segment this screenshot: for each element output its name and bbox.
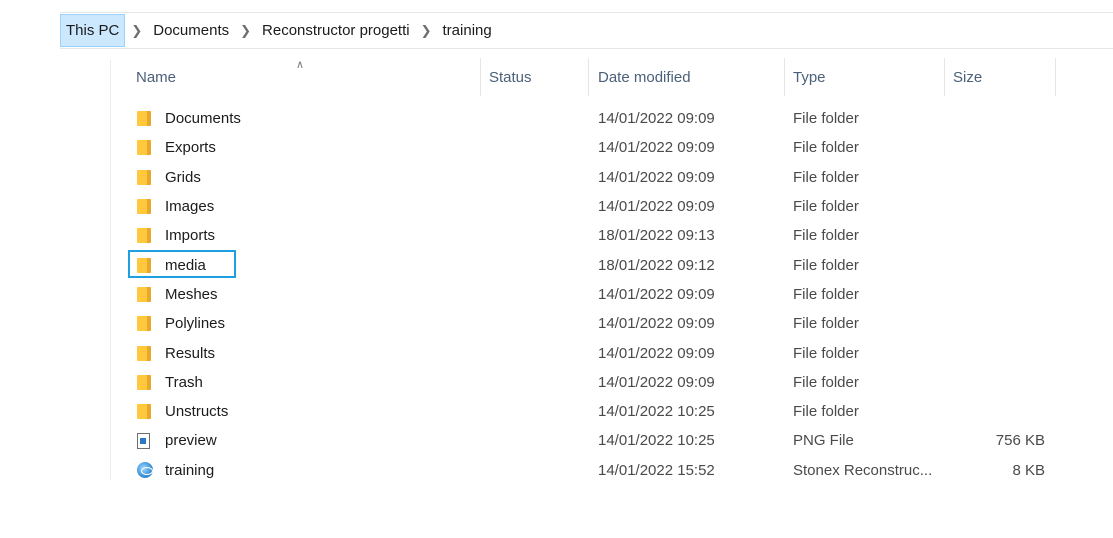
file-type: File folder — [793, 139, 859, 157]
file-date-modified: 14/01/2022 09:09 — [598, 344, 715, 362]
file-size: 756 KB — [995, 432, 1045, 450]
chevron-right-icon[interactable]: ❯ — [234, 23, 257, 39]
file-size: 8 KB — [1012, 461, 1045, 479]
file-row[interactable]: Unstructs 14/01/2022 10:25 File folder — [110, 397, 1060, 426]
file-row[interactable]: preview 14/01/2022 10:25 PNG File 756 KB — [110, 426, 1060, 455]
file-date-modified: 18/01/2022 09:12 — [598, 256, 715, 274]
file-type: File folder — [793, 285, 859, 303]
file-type: File folder — [793, 110, 859, 128]
image-file-icon — [137, 426, 153, 455]
file-name: Results — [165, 344, 216, 362]
breadcrumb-training[interactable]: training — [438, 13, 497, 48]
folder-icon — [137, 280, 153, 309]
column-status-label: Status — [489, 68, 532, 86]
column-size-label: Size — [953, 68, 983, 86]
folder-icon — [137, 133, 153, 162]
file-row[interactable]: Grids 14/01/2022 09:09 File folder — [110, 163, 1060, 192]
file-date-modified: 14/01/2022 09:09 — [598, 373, 715, 391]
breadcrumb-this-pc[interactable]: This PC — [60, 14, 126, 47]
file-type: File folder — [793, 403, 859, 421]
file-name: Trash — [165, 373, 203, 391]
file-name: Images — [165, 198, 215, 216]
column-name-header[interactable]: Name — [128, 58, 481, 96]
file-row[interactable]: Results 14/01/2022 09:09 File folder — [110, 338, 1060, 367]
file-row[interactable]: media 18/01/2022 09:12 File folder — [110, 250, 1060, 279]
file-date-modified: 18/01/2022 09:13 — [598, 227, 715, 245]
folder-icon — [137, 368, 153, 397]
file-name: Polylines — [165, 315, 226, 333]
file-date-modified: 14/01/2022 10:25 — [598, 432, 715, 450]
file-name: training — [165, 461, 215, 479]
file-name: Grids — [165, 168, 201, 186]
folder-icon — [137, 338, 153, 367]
column-name-label: Name — [136, 68, 177, 86]
file-row[interactable]: training 14/01/2022 15:52 Stonex Reconstru… — [110, 456, 1060, 485]
folder-icon — [137, 104, 153, 133]
folder-icon — [137, 163, 153, 192]
column-header: Name ∧ Status Date modified Type Size — [110, 58, 1060, 96]
file-date-modified: 14/01/2022 10:25 — [598, 403, 715, 421]
file-name: Unstructs — [165, 403, 229, 421]
column-date-header[interactable]: Date modified — [590, 58, 785, 96]
file-date-modified: 14/01/2022 09:09 — [598, 315, 715, 333]
breadcrumb-documents[interactable]: Documents — [148, 13, 234, 48]
sort-ascending-icon: ∧ — [296, 59, 305, 71]
file-row[interactable]: Images 14/01/2022 09:09 File folder — [110, 192, 1060, 221]
file-date-modified: 14/01/2022 15:52 — [598, 461, 715, 479]
file-type: File folder — [793, 256, 859, 274]
column-status-header[interactable]: Status — [481, 58, 589, 96]
file-list: Documents 14/01/2022 09:09 File folder Expo… — [110, 104, 1060, 485]
file-date-modified: 14/01/2022 09:09 — [598, 168, 715, 186]
chevron-right-icon[interactable]: ❯ — [415, 23, 438, 39]
breadcrumb: This PC ❯ Documents ❯ Reconstructor prog… — [60, 12, 1113, 49]
folder-icon — [137, 309, 153, 338]
folder-icon — [137, 397, 153, 426]
file-date-modified: 14/01/2022 09:09 — [598, 110, 715, 128]
column-size-header[interactable]: Size — [945, 58, 1056, 96]
file-type: File folder — [793, 373, 859, 391]
file-type: File folder — [793, 198, 859, 216]
file-type: File folder — [793, 344, 859, 362]
chevron-right-icon[interactable]: ❯ — [125, 23, 148, 39]
file-type: File folder — [793, 315, 859, 333]
column-date-label: Date modified — [598, 68, 691, 86]
file-name: media — [165, 256, 206, 274]
file-date-modified: 14/01/2022 09:09 — [598, 285, 715, 303]
breadcrumb-reconstructor-progetti[interactable]: Reconstructor progetti — [257, 13, 415, 48]
column-type-label: Type — [793, 68, 826, 86]
folder-icon — [137, 250, 153, 279]
file-name: preview — [165, 432, 217, 450]
file-type: PNG File — [793, 432, 854, 450]
file-type: File folder — [793, 168, 859, 186]
folder-icon — [137, 221, 153, 250]
app-file-icon — [137, 456, 153, 485]
file-name: Exports — [165, 139, 216, 157]
file-name: Imports — [165, 227, 216, 245]
file-row[interactable]: Imports 18/01/2022 09:13 File folder — [110, 221, 1060, 250]
file-type: Stonex Reconstruc... — [793, 461, 933, 479]
column-type-header[interactable]: Type — [785, 58, 945, 96]
file-type: File folder — [793, 227, 859, 245]
file-row[interactable]: Meshes 14/01/2022 09:09 File folder — [110, 280, 1060, 309]
file-row[interactable]: Exports 14/01/2022 09:09 File folder — [110, 133, 1060, 162]
file-row[interactable]: Documents 14/01/2022 09:09 File folder — [110, 104, 1060, 133]
file-name: Meshes — [165, 285, 218, 303]
file-row[interactable]: Polylines 14/01/2022 09:09 File folder — [110, 309, 1060, 338]
folder-icon — [137, 192, 153, 221]
file-name: Documents — [165, 110, 241, 128]
file-row[interactable]: Trash 14/01/2022 09:09 File folder — [110, 368, 1060, 397]
file-date-modified: 14/01/2022 09:09 — [598, 198, 715, 216]
file-date-modified: 14/01/2022 09:09 — [598, 139, 715, 157]
